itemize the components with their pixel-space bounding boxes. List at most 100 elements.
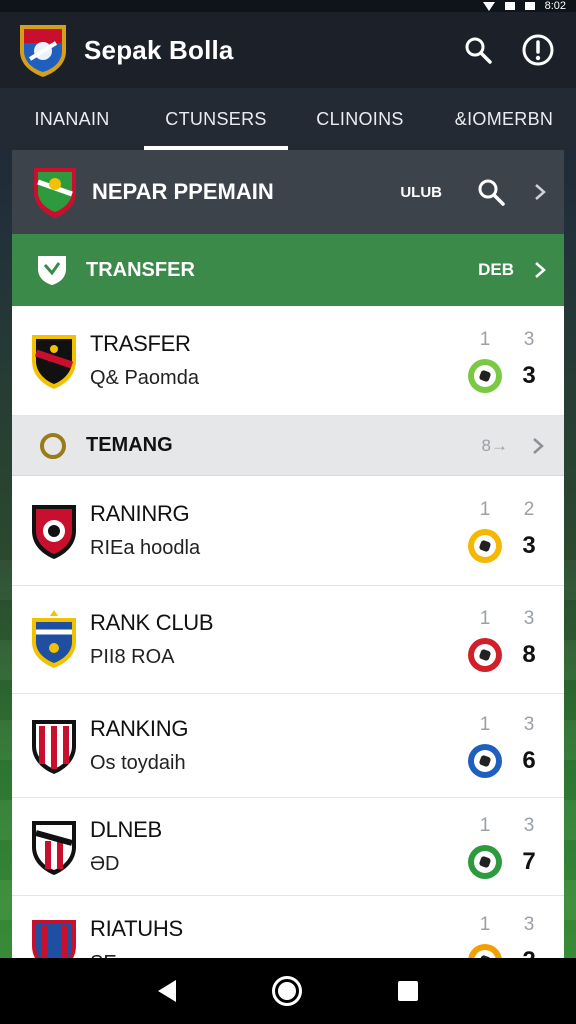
stat-top-1: 1 (479, 814, 491, 836)
team-row[interactable]: RIATUHS SE 1 3 2 (12, 896, 564, 958)
football-icon (468, 844, 502, 879)
battery-icon (524, 2, 535, 10)
club-crest-icon (32, 820, 76, 875)
stat-top-2: 3 (523, 913, 535, 935)
player-search-header[interactable]: NEPAR PPEMAIN ULUB (12, 150, 564, 234)
team-row[interactable]: RANINRG RIEa hoodla 1 2 3 (12, 476, 564, 586)
tab-label: CTUNSERS (165, 108, 267, 129)
team-name: RANK CLUB (90, 610, 214, 635)
score-value: 8 (522, 640, 536, 668)
team-subtitle: Q& Paomda (90, 367, 199, 389)
search-button[interactable] (456, 28, 500, 72)
team-subtitle: PII8 ROA (90, 646, 175, 668)
team-row[interactable]: DLNEB ƏD 1 3 7 (12, 798, 564, 896)
score-value: 3 (522, 531, 536, 559)
alert-button[interactable] (516, 28, 560, 72)
section-row[interactable]: TEMANG 8→ (12, 416, 564, 476)
team-subtitle: ƏD (90, 853, 120, 875)
team-text: RANINRG RIEa hoodla (90, 501, 468, 560)
club-crest-icon (32, 609, 76, 668)
ring-icon (40, 432, 66, 459)
chevron-right-icon[interactable] (530, 437, 546, 455)
stat-top-2: 2 (523, 498, 535, 520)
status-bar: 8:02 (0, 0, 576, 12)
stat-top-1: 1 (479, 913, 491, 935)
home-icon[interactable] (272, 976, 302, 1006)
score-value: 7 (522, 847, 536, 875)
score-value: 2 (522, 947, 535, 959)
team-name: RIATUHS (90, 916, 183, 941)
team-row[interactable]: TRASFER Q& Paomda 1 3 3 (12, 306, 564, 416)
back-icon[interactable] (158, 980, 176, 1002)
tab-label: &IOMERBN (454, 108, 554, 129)
stat-top-1: 1 (479, 498, 491, 520)
app-logo-crest-icon (20, 25, 66, 77)
stat-top-1: 1 (479, 713, 491, 735)
wifi-icon (482, 1, 495, 11)
team-row[interactable]: RANKING Os toydaih 1 3 6 (12, 694, 564, 798)
header-title: NEPAR PPEMAIN (92, 179, 274, 204)
score-column: 1 3 8 (468, 608, 546, 672)
team-text: TRASFER Q& Paomda (90, 331, 468, 390)
tab-0[interactable]: INANAIN (0, 88, 144, 150)
stat-top-1: 1 (479, 607, 491, 629)
team-row[interactable]: RANK CLUB PII8 ROA 1 3 8 (12, 586, 564, 694)
recents-icon[interactable] (398, 981, 418, 1001)
stat-top-1: 1 (479, 328, 491, 350)
section-title: TEMANG (86, 434, 173, 456)
signal-icon (504, 2, 515, 10)
team-text: DLNEB ƏD (90, 817, 468, 876)
football-icon (468, 743, 502, 778)
alert-icon (522, 34, 554, 66)
club-crest-icon (32, 919, 76, 958)
tab-2[interactable]: CLINOINS (288, 88, 432, 150)
search-icon[interactable] (476, 177, 506, 207)
status-time: 8:02 (544, 0, 566, 12)
score-column: 1 3 7 (468, 815, 546, 879)
club-crest-icon (32, 719, 76, 774)
search-icon (465, 37, 492, 64)
score-value: 6 (522, 746, 536, 774)
tab-bar: INANAIN CTUNSERS CLINOINS &IOMERBN (0, 88, 576, 150)
chevron-right-icon[interactable] (532, 261, 548, 279)
score-column: 1 2 3 (468, 499, 546, 563)
transfer-bar[interactable]: TRANSFER DEB (12, 234, 564, 306)
team-name: DLNEB (90, 817, 162, 842)
system-nav-bar (0, 958, 576, 1024)
stat-top-2: 3 (523, 713, 535, 735)
transfer-title: TRANSFER (86, 258, 195, 281)
club-crest-icon (32, 504, 76, 559)
club-crest-icon (34, 168, 76, 218)
tab-label: CLINOINS (316, 108, 404, 129)
team-text: RANKING Os toydaih (90, 716, 468, 775)
team-name: RANINRG (90, 501, 190, 526)
football-icon (468, 528, 502, 563)
stat-top-2: 3 (523, 814, 535, 836)
club-crest-icon (32, 334, 76, 389)
football-icon (468, 943, 502, 958)
team-text: RIATUHS SE (90, 916, 468, 958)
score-column: 1 3 2 (468, 913, 546, 959)
chevron-right-icon[interactable] (532, 183, 548, 201)
shield-icon (38, 256, 66, 285)
team-name: TRASFER (90, 331, 191, 356)
score-value: 3 (522, 361, 536, 389)
team-name: RANKING (90, 716, 189, 741)
football-icon (468, 637, 502, 672)
team-text: RANK CLUB PII8 ROA (90, 610, 468, 669)
tab-1[interactable]: CTUNSERS (144, 88, 288, 150)
score-column: 1 3 3 (468, 329, 546, 393)
transfer-meta: DEB (478, 260, 514, 279)
tab-3[interactable]: &IOMERBN (432, 88, 576, 150)
stat-top-2: 3 (523, 328, 535, 350)
score-column: 1 3 6 (468, 714, 546, 778)
app-title: Sepak Bolla (84, 34, 234, 65)
section-meta: 8→ (481, 435, 508, 455)
content-list: NEPAR PPEMAIN ULUB TRANSFER DEB TRASFER (12, 150, 564, 958)
tab-label: INANAIN (34, 108, 110, 129)
header-meta: ULUB (400, 183, 442, 201)
team-subtitle: RIEa hoodla (90, 537, 201, 559)
team-subtitle: Os toydaih (90, 752, 186, 774)
football-icon (468, 358, 502, 393)
app-bar: Sepak Bolla (0, 12, 576, 88)
